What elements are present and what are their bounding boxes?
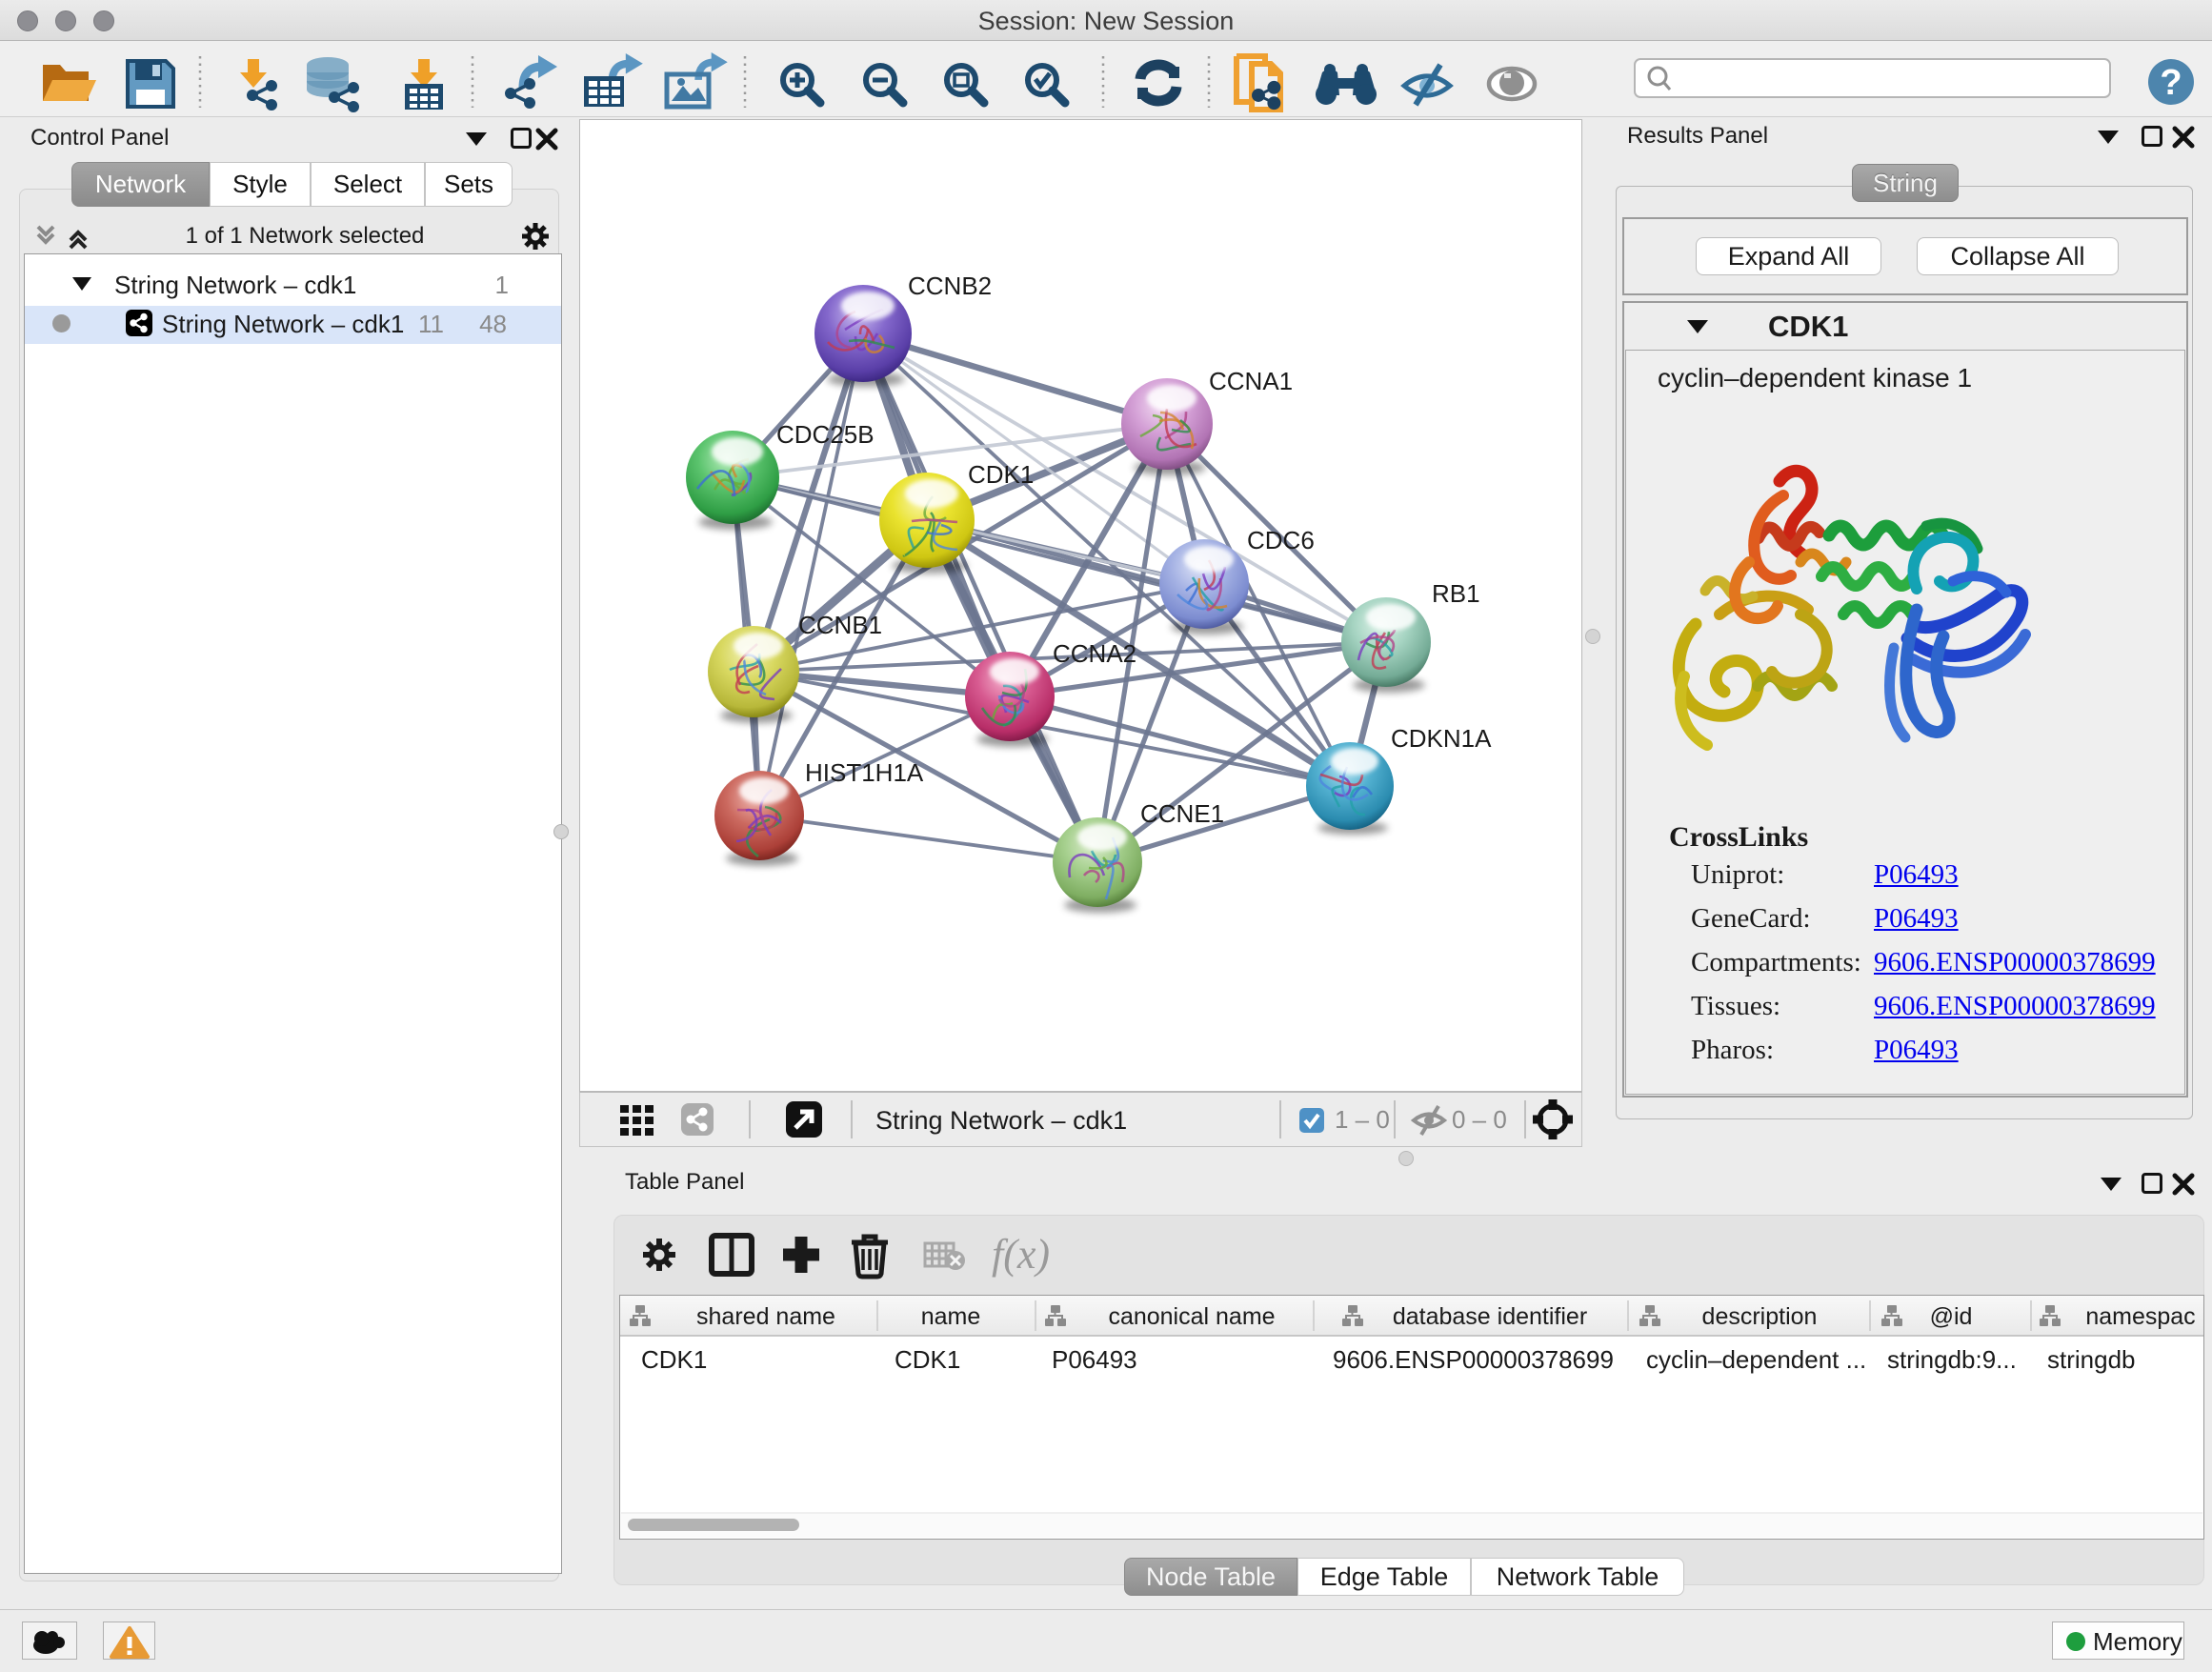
svg-text:0 – 0: 0 – 0	[1452, 1105, 1507, 1134]
svg-text:HIST1H1A: HIST1H1A	[805, 758, 924, 787]
svg-text:@id: @id	[1930, 1303, 1973, 1330]
svg-text:CDC25B: CDC25B	[776, 420, 875, 449]
svg-text:P06493: P06493	[1052, 1345, 1137, 1374]
svg-text:canonical name: canonical name	[1108, 1303, 1275, 1330]
svg-text:CDK1: CDK1	[895, 1345, 960, 1374]
svg-text:String Network – cdk1: String Network – cdk1	[875, 1106, 1127, 1135]
svg-text:CCNA2: CCNA2	[1053, 639, 1136, 668]
svg-text:CDK1: CDK1	[968, 460, 1034, 489]
svg-text:name: name	[921, 1303, 981, 1330]
svg-text:CDC6: CDC6	[1247, 526, 1315, 554]
svg-text:CCNB2: CCNB2	[908, 272, 992, 300]
svg-text:f(x): f(x)	[992, 1231, 1050, 1278]
svg-text:CCNA1: CCNA1	[1209, 367, 1293, 395]
svg-text:CCNE1: CCNE1	[1140, 799, 1224, 828]
svg-text:namespac: namespac	[2085, 1303, 2195, 1330]
svg-text:1 – 0: 1 – 0	[1335, 1105, 1390, 1134]
svg-text:stringdb:9...: stringdb:9...	[1887, 1345, 2017, 1374]
svg-text:9606.ENSP00000378699: 9606.ENSP00000378699	[1333, 1345, 1614, 1374]
svg-text:cyclin–dependent ...: cyclin–dependent ...	[1646, 1345, 1866, 1374]
svg-text:description: description	[1702, 1303, 1818, 1330]
svg-text:?: ?	[2160, 63, 2182, 103]
svg-text:CCNB1: CCNB1	[798, 611, 882, 639]
svg-text:CDKN1A: CDKN1A	[1391, 724, 1492, 753]
svg-text:CDK1: CDK1	[641, 1345, 707, 1374]
svg-text:RB1: RB1	[1432, 579, 1480, 608]
svg-text:stringdb: stringdb	[2047, 1345, 2136, 1374]
svg-text:database identifier: database identifier	[1393, 1303, 1587, 1330]
svg-text:shared name: shared name	[696, 1303, 835, 1330]
